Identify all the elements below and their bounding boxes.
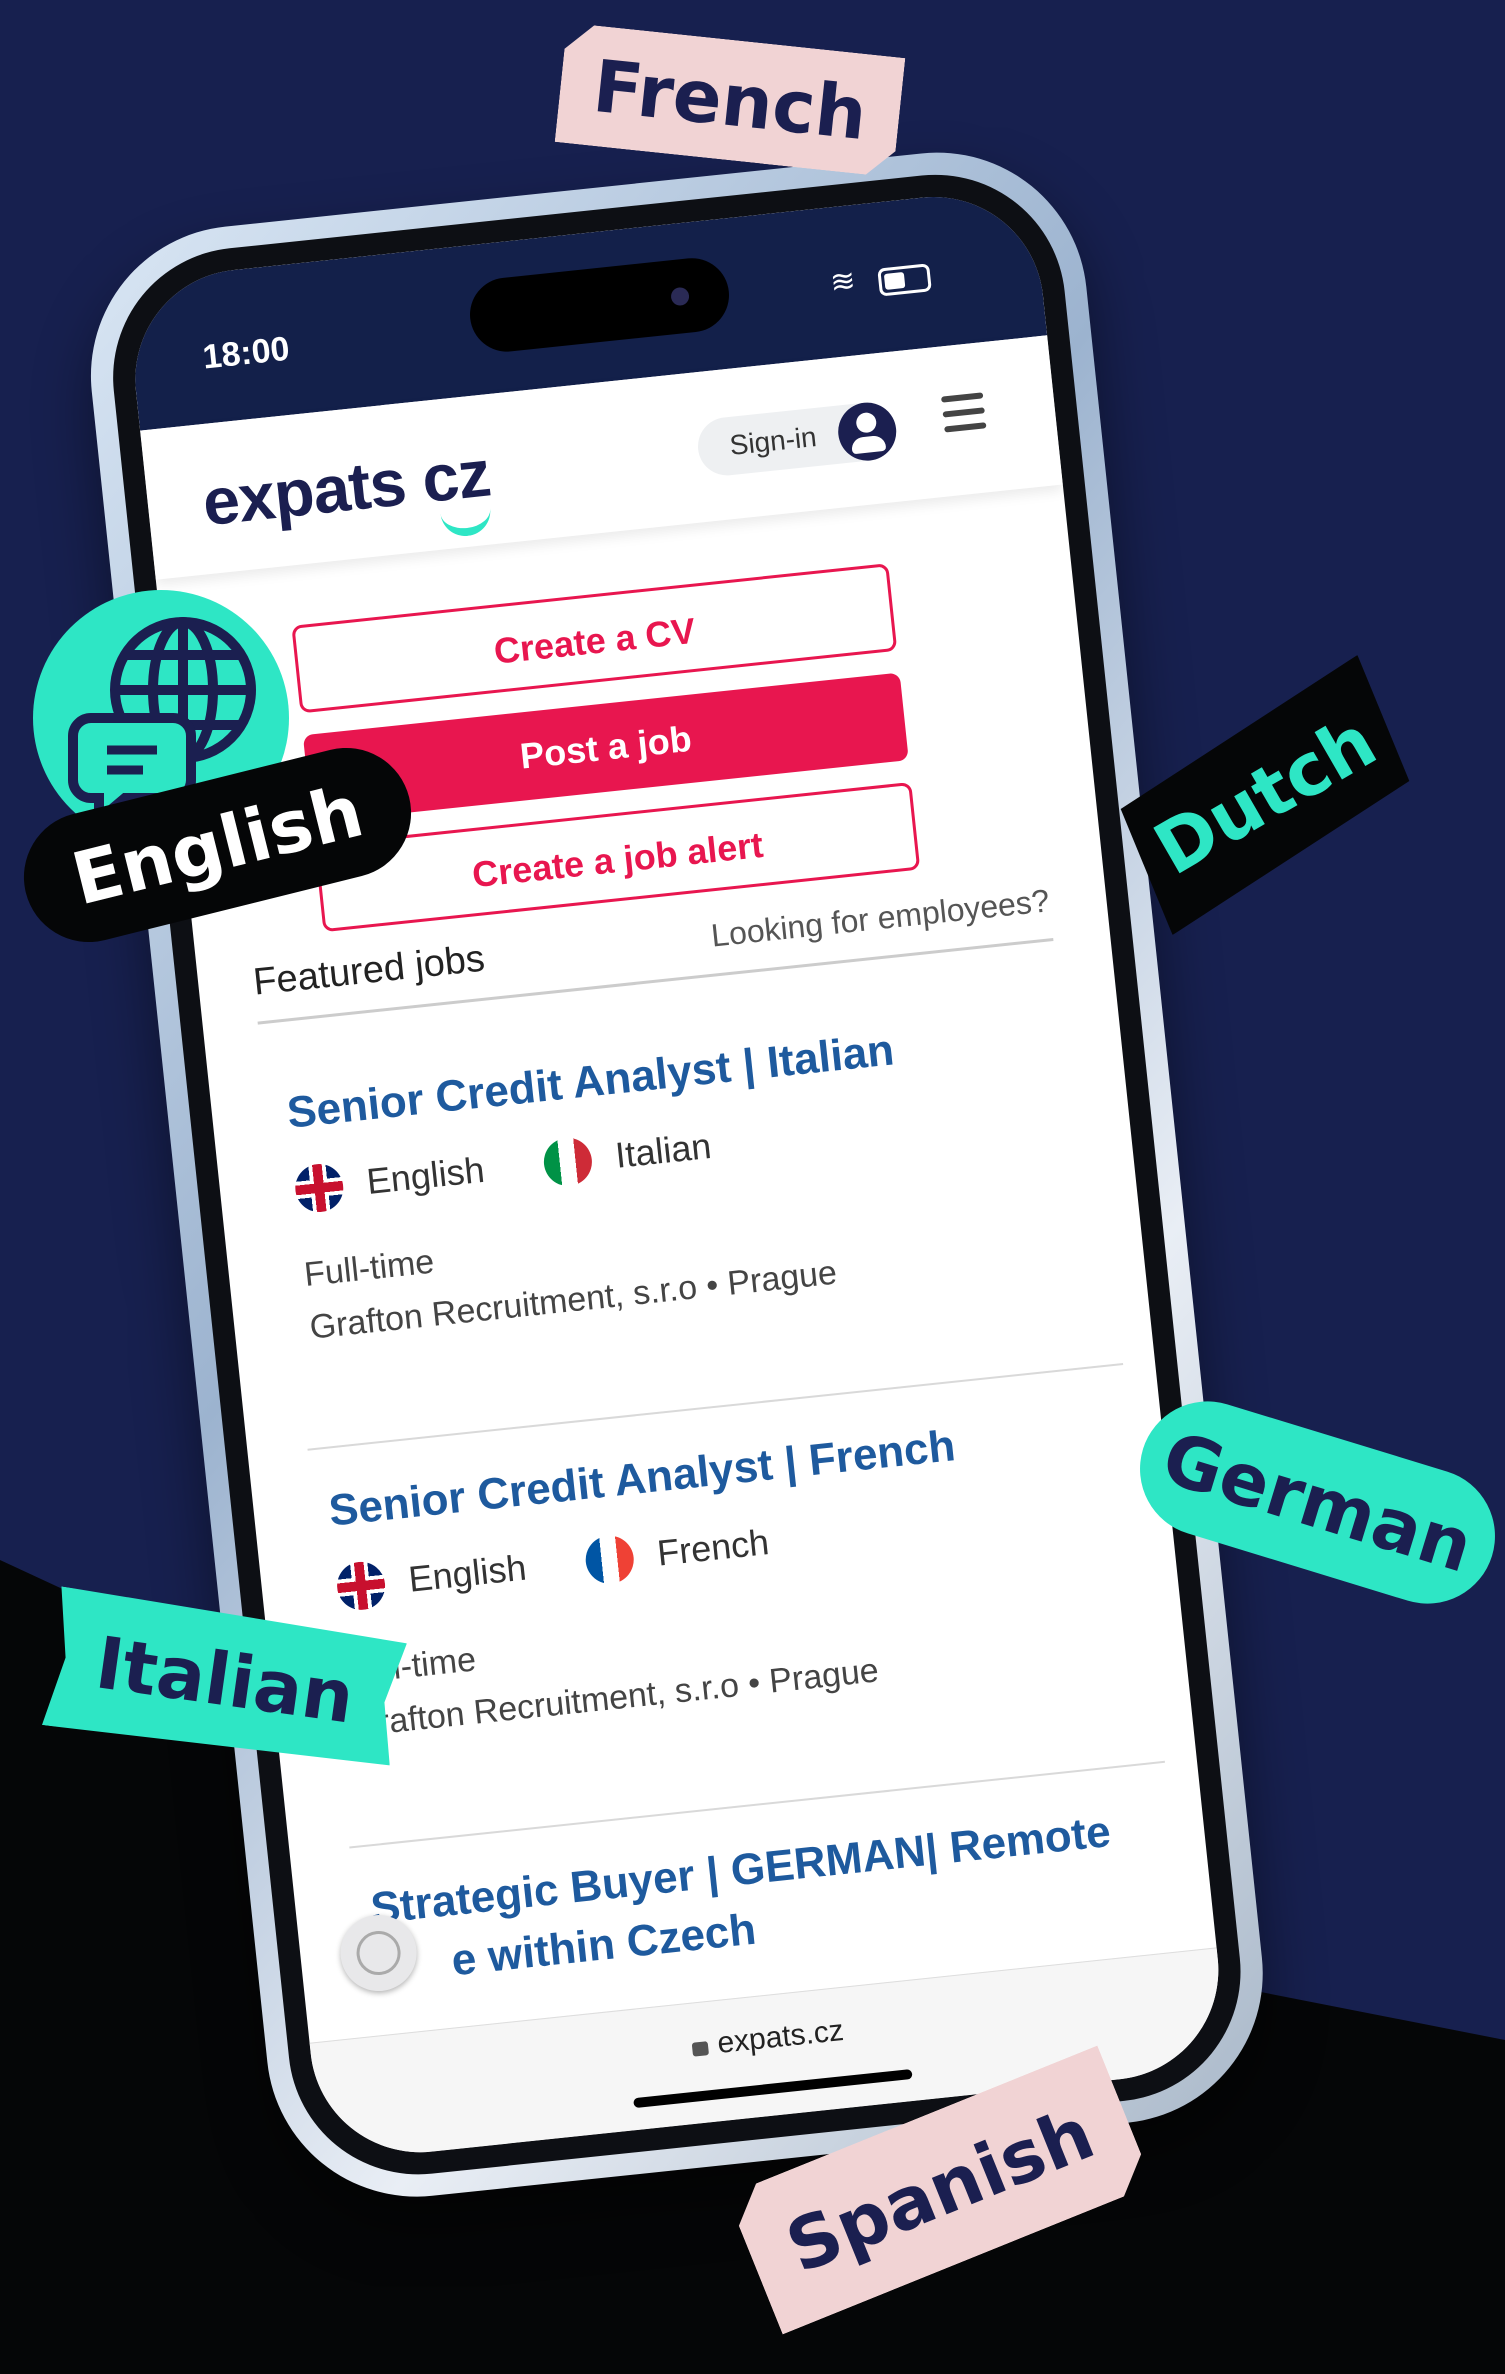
status-time: 18:00: [200, 329, 292, 377]
phone-mockup: 18:00 ≋ expats cz Sign-in Create a CV Po…: [76, 119, 1464, 2281]
looking-for-employees-link[interactable]: Looking for employees?: [709, 882, 1051, 954]
url-text: expats.cz: [715, 2013, 846, 2061]
logo-smile-icon: [439, 499, 493, 539]
france-flag-icon: [583, 1533, 637, 1587]
phone-screen: 18:00 ≋ expats cz Sign-in Create a CV Po…: [124, 186, 1230, 2164]
phone-bezel: 18:00 ≋ expats cz Sign-in Create a CV Po…: [100, 161, 1254, 2188]
language-label: French: [655, 1521, 771, 1574]
uk-flag-icon: [292, 1161, 346, 1215]
home-indicator[interactable]: [633, 2068, 913, 2109]
dynamic-island: [466, 254, 733, 356]
wifi-icon: ≋: [828, 264, 858, 300]
lock-icon: [691, 2041, 709, 2057]
featured-jobs-title: Featured jobs: [251, 937, 487, 1004]
job-card[interactable]: Senior Credit Analyst | French English F…: [327, 1407, 1110, 1745]
language-label: English: [364, 1148, 487, 1202]
battery-icon: [877, 263, 932, 297]
language-label: Italian: [613, 1124, 714, 1176]
italy-flag-icon: [541, 1135, 595, 1189]
job-card[interactable]: Senior Credit Analyst | Italian English …: [285, 1010, 1068, 1348]
hamburger-menu-icon[interactable]: [940, 392, 987, 441]
uk-flag-icon: [334, 1559, 388, 1613]
sticker-french: French: [555, 23, 906, 178]
phone-frame: 18:00 ≋ expats cz Sign-in Create a CV Po…: [76, 137, 1278, 2212]
language-label: English: [406, 1546, 529, 1600]
